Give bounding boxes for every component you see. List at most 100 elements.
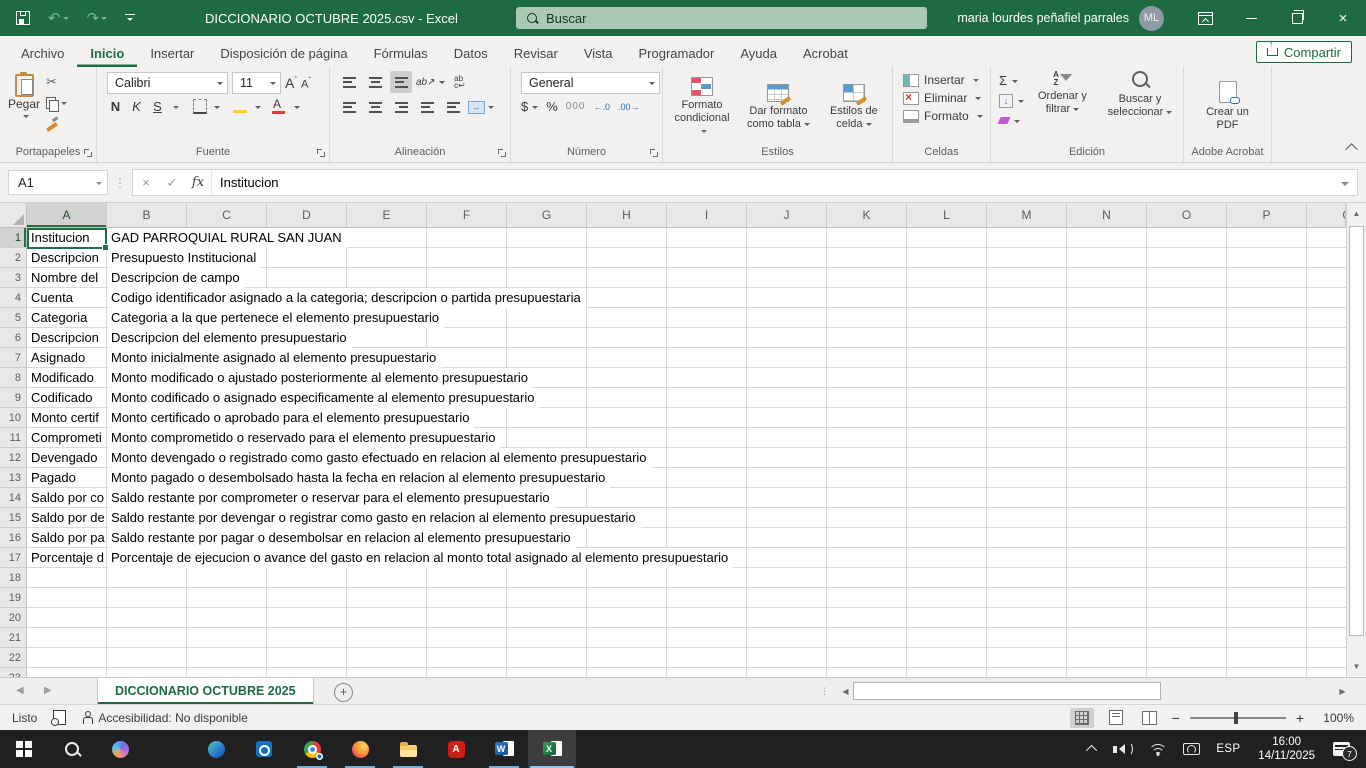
row-header-12[interactable]: 12 [0,448,26,468]
cell-A10[interactable]: Monto certif [27,408,106,428]
clock[interactable]: 16:00 14/11/2025 [1248,735,1325,763]
cell-A8[interactable]: Modificado [27,368,106,388]
cell-A16[interactable]: Saldo por pa [27,528,106,548]
vertical-scrollbar[interactable]: ▲ ▼ [1346,203,1366,677]
font-size-combo[interactable]: 11 [232,72,281,94]
column-header-I[interactable]: I [667,203,747,227]
wifi-button[interactable] [1141,730,1175,768]
sheet-tab[interactable]: DICCIONARIO OCTUBRE 2025 [97,678,314,704]
cell-B16[interactable]: Saldo restante por pagar o desembolsar e… [108,528,576,548]
column-header-G[interactable]: G [507,203,587,227]
column-header-H[interactable]: H [587,203,667,227]
increase-font-button[interactable]: Aˆ [285,75,297,91]
row-header-9[interactable]: 9 [0,388,26,408]
avatar[interactable]: ML [1139,6,1164,31]
taskbar-search[interactable] [48,730,96,768]
decrease-indent-button[interactable] [416,96,438,118]
row-header-5[interactable]: 5 [0,308,26,328]
underline-button[interactable]: S [149,99,166,114]
row-header-10[interactable]: 10 [0,408,26,428]
confirm-entry-button[interactable]: ✓ [159,175,185,191]
ribbon-tab-vista[interactable]: Vista [571,39,626,67]
increase-decimal-button[interactable]: ←.0 [593,102,610,112]
cancel-entry-button[interactable]: × [133,175,159,190]
user-name[interactable]: maria lourdes peñafiel parrales [957,11,1129,25]
sort-filter-button[interactable]: AZ Ordenar y filtrar [1032,69,1093,118]
horizontal-scroll-thumb[interactable] [853,682,1161,700]
zoom-slider-thumb[interactable] [1234,712,1238,724]
bold-button[interactable]: N [107,99,124,114]
cell-B5[interactable]: Categoria a la que pertenece el elemento… [108,308,444,328]
zoom-in-button[interactable]: + [1296,710,1304,726]
autosum-button[interactable]: Σ [999,72,1024,89]
decrease-decimal-button[interactable]: .00→ [618,102,640,112]
cell-B3[interactable]: Descripcion de campo [108,268,245,288]
cell-B17[interactable]: Porcentaje de ejecucion o avance del gas… [108,548,733,568]
page-layout-view-button[interactable] [1104,708,1128,728]
close-button[interactable]: × [1320,0,1366,36]
align-center-button[interactable] [364,96,386,118]
horizontal-scrollbar[interactable]: ◀ ▶ [838,681,1350,701]
paste-button[interactable]: Pegar [8,69,40,121]
align-left-button[interactable] [338,96,360,118]
taskbar-chrome[interactable] [288,730,336,768]
decrease-font-button[interactable]: Aˇ [301,76,311,91]
align-top-button[interactable] [338,71,360,93]
comma-style-button[interactable]: 000 [566,101,586,112]
scroll-right-button[interactable]: ▶ [1335,681,1350,701]
scroll-down-button[interactable]: ▼ [1347,656,1366,677]
collapse-ribbon-button[interactable] [1345,143,1358,156]
ribbon-tab-datos[interactable]: Datos [441,39,501,67]
format-as-table-button[interactable]: Dar formato como tabla [739,82,818,133]
cell-A7[interactable]: Asignado [27,348,106,368]
cell-A14[interactable]: Saldo por co [27,488,106,508]
row-header-7[interactable]: 7 [0,348,26,368]
column-header-O[interactable]: O [1147,203,1227,227]
share-button[interactable]: Compartir [1256,41,1352,63]
cell-B1[interactable]: GAD PARROQUIAL RURAL SAN JUAN [108,228,347,248]
cell-A11[interactable]: Comprometi [27,428,106,448]
row-header-14[interactable]: 14 [0,488,26,508]
taskbar-copilot[interactable] [96,730,144,768]
row-header-4[interactable]: 4 [0,288,26,308]
cell-B13[interactable]: Monto pagado o desembolsado hasta la fec… [108,468,610,488]
cell-B12[interactable]: Monto devengado o registrado como gasto … [108,448,652,468]
align-middle-button[interactable] [364,71,386,93]
cell-B8[interactable]: Monto modificado o ajustado posteriormen… [108,368,533,388]
insert-function-button[interactable]: fx [185,175,211,190]
scroll-up-button[interactable]: ▲ [1347,203,1366,224]
column-header-Q[interactable]: Q [1307,203,1346,227]
cell-B4[interactable]: Codigo identificador asignado a la categ… [108,288,586,308]
cell-B10[interactable]: Monto certificado o aprobado para el ele… [108,408,474,428]
percent-button[interactable]: % [546,99,558,114]
row-header-21[interactable]: 21 [0,628,26,648]
currency-button[interactable]: $ [521,99,528,114]
macro-record-icon[interactable] [53,710,66,725]
cut-button[interactable]: ✂ [46,73,67,90]
font-color-button[interactable]: A [273,99,287,114]
cell-B2[interactable]: Presupuesto Institucional [108,248,261,268]
tray-expand-button[interactable] [1081,730,1105,768]
screen-cast-button[interactable] [1175,730,1208,768]
redo-button[interactable]: ↷ [87,9,108,27]
font-name-combo[interactable]: Calibri [107,72,228,94]
new-sheet-button[interactable]: + [334,683,353,702]
create-pdf-button[interactable]: Crear un PDF [1195,79,1261,134]
cell-A2[interactable]: Descripcion [27,248,106,268]
ribbon-tab-insertar[interactable]: Insertar [137,39,207,67]
zoom-out-button[interactable]: − [1172,710,1180,726]
column-header-L[interactable]: L [907,203,987,227]
scroll-left-button[interactable]: ◀ [838,681,853,701]
search-box[interactable]: Buscar [516,7,927,29]
name-box[interactable]: A1 [8,170,108,195]
column-header-E[interactable]: E [347,203,427,227]
zoom-slider[interactable] [1190,717,1286,719]
cell-A17[interactable]: Porcentaje d [27,548,106,568]
taskbar-outlook[interactable] [240,730,288,768]
ribbon-tab-programador[interactable]: Programador [626,39,728,67]
save-button[interactable] [16,11,30,25]
page-break-view-button[interactable] [1138,708,1162,728]
cell-B15[interactable]: Saldo restante por devengar o registrar … [108,508,641,528]
restore-button[interactable] [1274,0,1320,36]
orientation-button[interactable]: ab↗ [416,71,445,93]
